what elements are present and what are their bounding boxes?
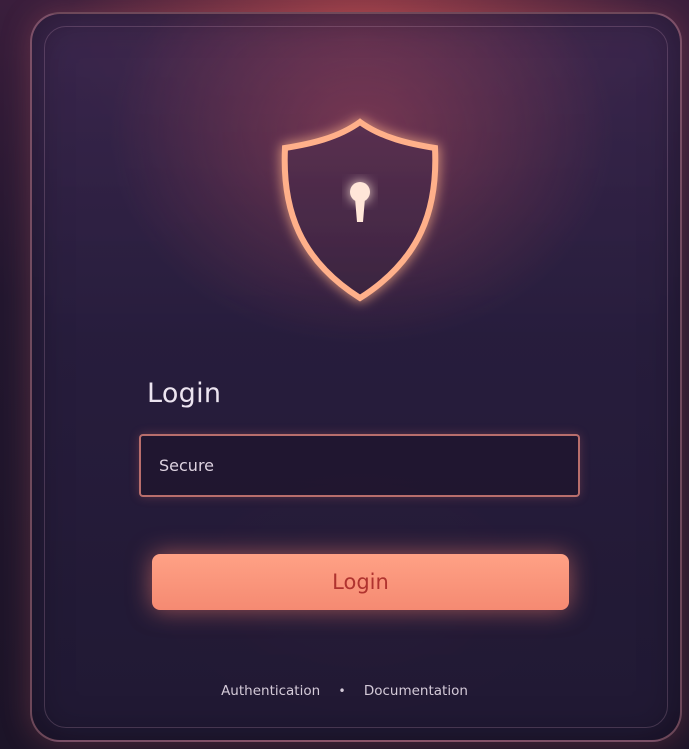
documentation-link[interactable]: Documentation <box>364 683 468 699</box>
footer-links: Authentication • Documentation <box>0 683 689 699</box>
login-page: Login Login Authentication • Documentati… <box>0 0 689 749</box>
footer-separator: • <box>338 684 346 698</box>
login-button[interactable]: Login <box>152 554 569 610</box>
shield-keyhole-icon <box>270 110 450 310</box>
login-title: Login <box>147 378 222 409</box>
secure-input-field[interactable] <box>139 434 580 497</box>
authentication-link[interactable]: Authentication <box>221 683 320 699</box>
secure-input[interactable] <box>141 436 578 495</box>
